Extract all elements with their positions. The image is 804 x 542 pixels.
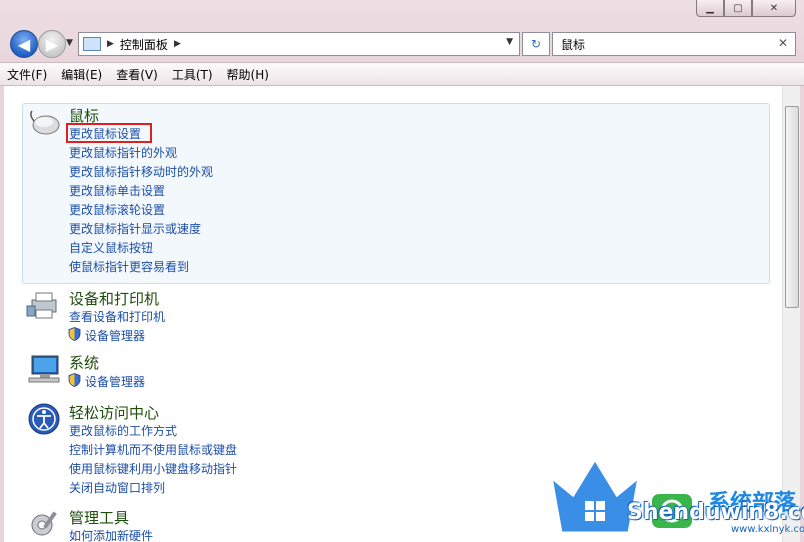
refresh-button[interactable]: ↻ [522,32,550,56]
printer-icon [26,292,57,319]
link-device-manager-system[interactable]: 设备管理器 [85,373,145,390]
link-pointer-visibility[interactable]: 使鼠标指针更容易看到 [69,258,189,275]
link-change-mouse-behavior[interactable]: 更改鼠标的工作方式 [69,422,177,439]
link-change-pointer-appearance[interactable]: 更改鼠标指针的外观 [69,144,177,161]
breadcrumb-control-panel[interactable]: 控制面板 [120,36,168,53]
forward-arrow-icon: ▶ [45,34,59,54]
control-panel-icon [83,37,101,51]
watermark-subtext: www.kxlnyk.com [731,524,804,535]
menu-view[interactable]: 查看(V) [109,66,165,83]
link-control-without-mouse[interactable]: 控制计算机而不使用鼠标或键盘 [69,441,237,458]
search-box[interactable]: ✕ [552,32,796,56]
link-view-devices[interactable]: 查看设备和打印机 [69,308,165,325]
menu-bar: 文件(F) 编辑(E) 查看(V) 工具(T) 帮助(H) [0,62,804,86]
recent-pages-dropdown-icon[interactable]: ▼ [66,38,73,48]
scrollbar-thumb[interactable] [785,106,799,308]
close-button[interactable]: ✕ [752,0,796,17]
breadcrumb-separator-icon[interactable]: ▶ [174,39,181,49]
watermark-text: Shenduwin8.com [627,500,804,525]
minimize-icon: ▁ [706,2,714,14]
group-title-system[interactable]: 系统 [69,352,99,373]
link-change-mouse-settings[interactable]: 更改鼠标设置 [69,125,141,142]
link-mouse-keys[interactable]: 使用鼠标键利用小键盘移动指针 [69,460,237,477]
link-customize-buttons[interactable]: 自定义鼠标按钮 [69,239,153,256]
menu-help[interactable]: 帮助(H) [220,66,276,83]
system-computer-icon [28,355,60,383]
ease-of-access-icon [28,403,60,435]
window-frame: ▁ ▢ ✕ ◀ ▶ ▼ ▶ 控制面板 ▶ ▼ ↻ ✕ 文件(F) 编辑(E) 查… [0,0,804,542]
menu-file[interactable]: 文件(F) [0,66,54,83]
close-icon: ✕ [769,2,779,14]
link-add-hardware[interactable]: 如何添加新硬件 [69,527,153,542]
link-change-wheel-settings[interactable]: 更改鼠标滚轮设置 [69,201,165,218]
back-arrow-icon: ◀ [17,34,31,54]
link-change-pointer-speed[interactable]: 更改鼠标指针显示或速度 [69,220,201,237]
search-input[interactable] [559,36,763,52]
link-turn-off-auto-arrange[interactable]: 关闭自动窗口排列 [69,479,165,496]
window-controls: ▁ ▢ ✕ [696,0,796,17]
link-change-pointer-motion-appearance[interactable]: 更改鼠标指针移动时的外观 [69,163,213,180]
back-button[interactable]: ◀ [10,30,38,58]
link-change-click-settings[interactable]: 更改鼠标单击设置 [69,182,165,199]
menu-tools[interactable]: 工具(T) [165,66,220,83]
menu-edit[interactable]: 编辑(E) [54,66,109,83]
breadcrumb-separator-icon[interactable]: ▶ [107,39,114,49]
mouse-icon [30,110,60,135]
navigation-bar: ◀ ▶ ▼ ▶ 控制面板 ▶ ▼ ↻ ✕ [0,26,804,60]
watermark: 系统部落 Shenduwin8.com www.kxlnyk.com [545,455,804,542]
refresh-icon: ↻ [530,37,542,51]
shield-icon [68,373,81,387]
minimize-button[interactable]: ▁ [696,0,724,17]
clear-search-icon[interactable]: ✕ [778,36,788,50]
group-title-admin-tools[interactable]: 管理工具 [69,507,129,528]
group-title-devices[interactable]: 设备和打印机 [69,288,159,309]
forward-button[interactable]: ▶ [38,30,66,58]
group-title-ease-of-access[interactable]: 轻松访问中心 [69,402,159,423]
shield-icon [68,327,81,341]
address-bar[interactable]: ▶ 控制面板 ▶ ▼ [78,32,520,56]
address-dropdown-icon[interactable]: ▼ [506,37,513,47]
admin-tools-icon [31,511,57,536]
maximize-button[interactable]: ▢ [724,0,752,17]
maximize-icon: ▢ [733,2,743,14]
link-device-manager[interactable]: 设备管理器 [85,327,145,344]
